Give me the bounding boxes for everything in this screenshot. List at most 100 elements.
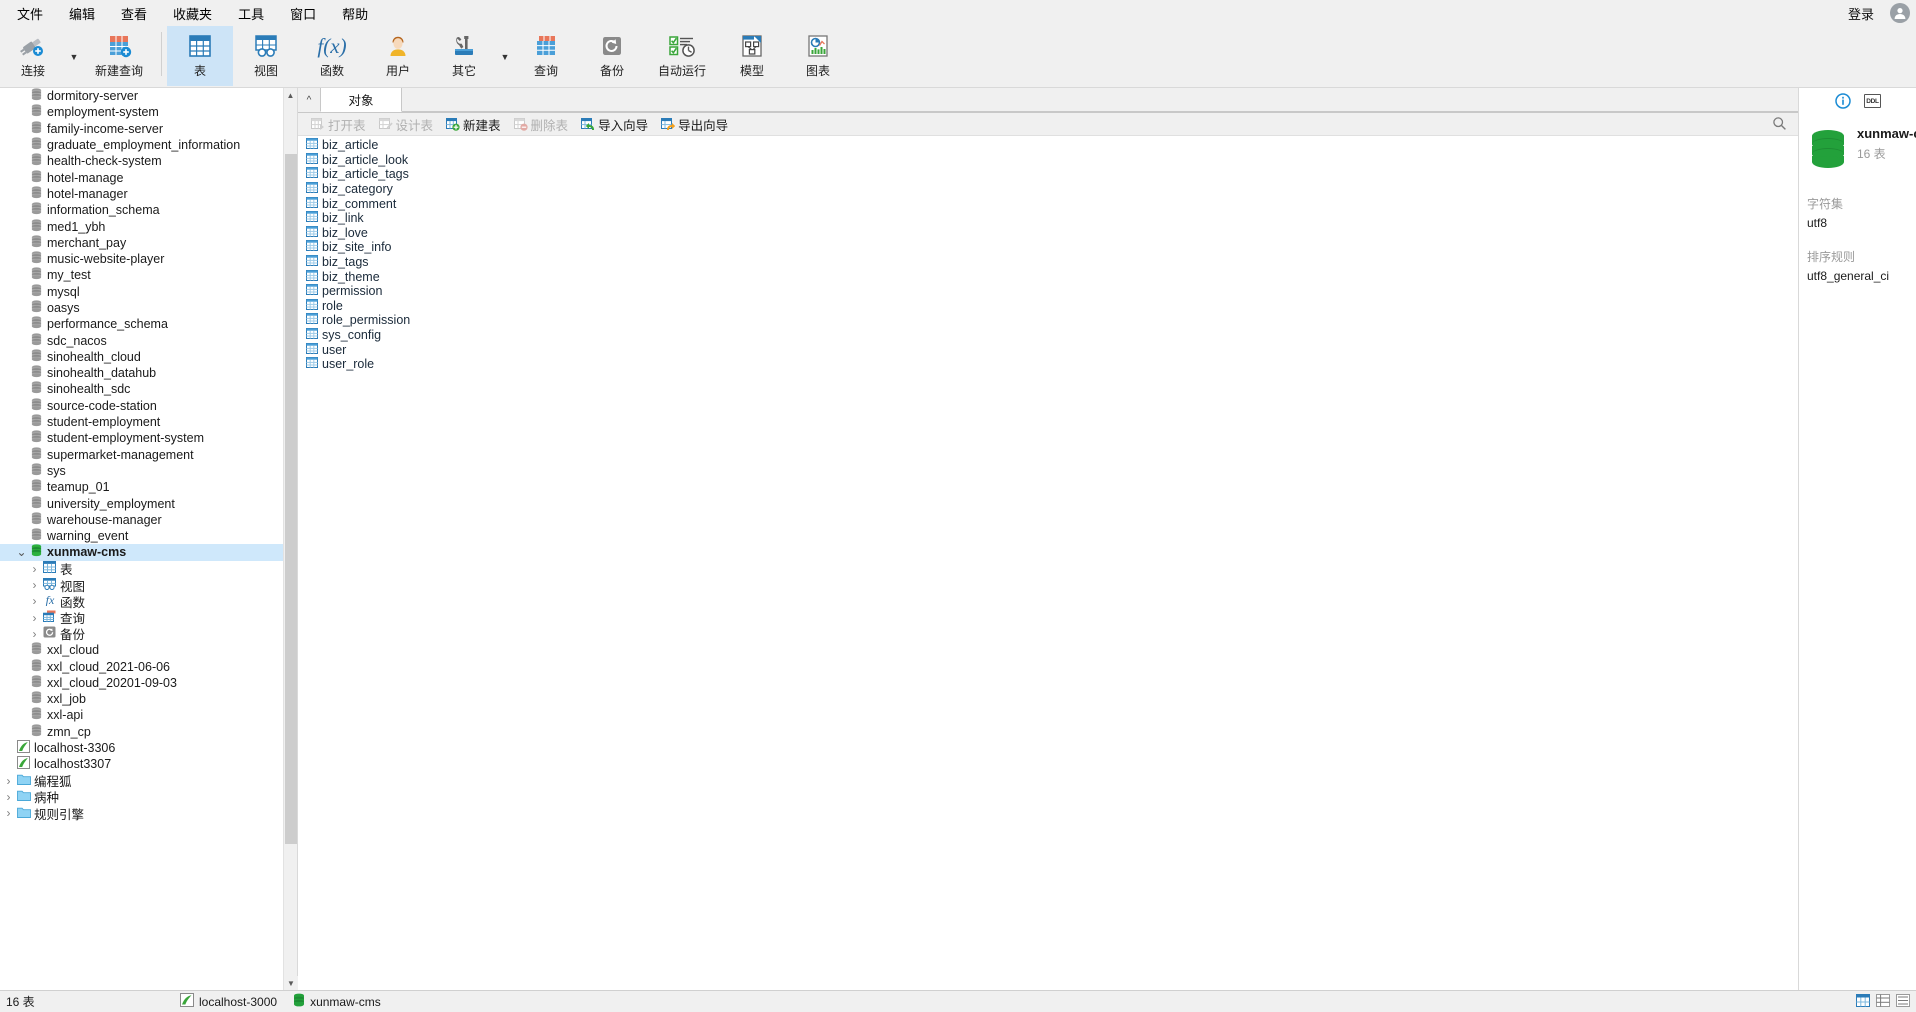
scroll-up-icon[interactable]: ▲	[284, 88, 297, 102]
ddl-button[interactable]: DDL	[1864, 94, 1881, 108]
toolbar-button-chart[interactable]: 图表	[785, 26, 851, 86]
table-list-item[interactable]: user	[298, 342, 1798, 357]
toolbar-button-connection[interactable]: 连接	[0, 26, 66, 86]
tree-item[interactable]: mysql	[0, 284, 297, 300]
toolbar-button-user[interactable]: 用户	[365, 26, 431, 86]
status-connection[interactable]: localhost-3000	[180, 993, 293, 1010]
tree-item[interactable]: warehouse-manager	[0, 512, 297, 528]
info-icon[interactable]	[1834, 92, 1852, 110]
tree-item[interactable]: sinohealth_sdc	[0, 381, 297, 397]
tree-item[interactable]: sinohealth_cloud	[0, 349, 297, 365]
scrollbar-thumb[interactable]	[285, 154, 297, 844]
tree-item[interactable]: xxl_cloud	[0, 642, 297, 658]
chevron-right-icon[interactable]: ›	[28, 611, 41, 625]
tree-item[interactable]: med1_ybh	[0, 218, 297, 234]
search-icon[interactable]	[1772, 116, 1788, 132]
toolbar-button-query[interactable]: 查询	[513, 26, 579, 86]
table-list-item[interactable]: biz_article	[298, 138, 1798, 153]
tree-item[interactable]: › fx 函数	[0, 593, 297, 610]
table-list-item[interactable]: role	[298, 298, 1798, 314]
tree-item[interactable]: xxl_job	[0, 691, 297, 707]
tree-item[interactable]: sys	[0, 463, 297, 479]
table-list-item[interactable]: biz_category	[298, 182, 1798, 197]
toolbar-button-function[interactable]: f(x) 函数	[299, 26, 365, 86]
tree-item[interactable]: localhost-3306	[0, 740, 297, 756]
tree-item[interactable]: › 规则引擎	[0, 805, 297, 822]
chevron-right-icon[interactable]: ›	[28, 594, 41, 608]
tree-item[interactable]: information_schema	[0, 202, 297, 218]
tree-item[interactable]: oasys	[0, 300, 297, 316]
export-wizard-button[interactable]: 导出向导	[656, 114, 733, 135]
table-list-item[interactable]: biz_article_look	[298, 152, 1798, 168]
tree-item[interactable]: university_employment	[0, 495, 297, 511]
menu-item-help[interactable]: 帮助	[329, 1, 381, 26]
open-table-button[interactable]: 打开表	[306, 114, 371, 135]
tree-item[interactable]: employment-system	[0, 104, 297, 120]
toolbar-button-other[interactable]: 其它	[431, 26, 497, 86]
tree-item[interactable]: music-website-player	[0, 251, 297, 267]
tree-item[interactable]: xxl-api	[0, 707, 297, 723]
menu-item-edit[interactable]: 编辑	[56, 1, 108, 26]
chevron-right-icon[interactable]: ›	[28, 627, 41, 641]
tree-item[interactable]: › 病种	[0, 789, 297, 806]
toolbar-button-new-query[interactable]: 新建查询	[82, 26, 156, 86]
table-list-item[interactable]: biz_link	[298, 211, 1798, 226]
scroll-down-icon[interactable]: ▼	[284, 976, 298, 990]
list-view-icon[interactable]	[1896, 994, 1910, 1010]
tree-item[interactable]: my_test	[0, 267, 297, 283]
tree-item[interactable]: › 视图	[0, 577, 297, 594]
tree-scrollbar[interactable]: ▲ ▼	[283, 88, 298, 990]
tree-item[interactable]: dormitory-server	[0, 88, 297, 104]
tree-item[interactable]: sdc_nacos	[0, 332, 297, 348]
connection-dropdown-caret[interactable]: ▼	[66, 27, 82, 87]
tree-item[interactable]: family-income-server	[0, 121, 297, 137]
tree-item[interactable]: hotel-manager	[0, 186, 297, 202]
tree-item[interactable]: source-code-station	[0, 398, 297, 414]
menu-item-favorites[interactable]: 收藏夹	[160, 1, 225, 26]
tree-item[interactable]: zmn_cp	[0, 724, 297, 740]
tree-item[interactable]: teamup_01	[0, 479, 297, 495]
toolbar-button-table[interactable]: 表	[167, 26, 233, 86]
toolbar-button-automation[interactable]: 自动运行	[645, 26, 719, 86]
tab-objects[interactable]: 对象	[320, 87, 402, 112]
chevron-right-icon[interactable]: ›	[28, 562, 41, 576]
menu-item-file[interactable]: 文件	[4, 1, 56, 26]
table-list-item[interactable]: biz_site_info	[298, 240, 1798, 255]
delete-table-button[interactable]: 删除表	[509, 114, 574, 135]
status-database[interactable]: xunmaw-cms	[293, 993, 397, 1010]
tree-item[interactable]: › 编程狐	[0, 772, 297, 790]
toolbar-button-model[interactable]: 模型	[719, 26, 785, 86]
menu-item-window[interactable]: 窗口	[277, 1, 329, 26]
tree-item[interactable]: › 表	[0, 561, 297, 577]
chevron-right-icon[interactable]: ›	[2, 806, 15, 820]
tree-item[interactable]: graduate_employment_information	[0, 137, 297, 153]
grid-view-icon[interactable]	[1856, 994, 1870, 1010]
tree-item[interactable]: warning_event	[0, 528, 297, 544]
table-list-item[interactable]: biz_comment	[298, 196, 1798, 211]
toolbar-button-backup[interactable]: 备份	[579, 26, 645, 86]
chevron-right-icon[interactable]: ›	[2, 790, 15, 804]
table-list-item[interactable]: user_role	[298, 357, 1798, 372]
tree-item[interactable]: student-employment-system	[0, 430, 297, 446]
toolbar-button-view[interactable]: 视图	[233, 26, 299, 86]
menu-item-view[interactable]: 查看	[108, 1, 160, 26]
table-list-item[interactable]: sys_config	[298, 328, 1798, 343]
collapse-icon[interactable]: ^	[298, 88, 320, 112]
table-list[interactable]: biz_article biz_article_look biz_article_t…	[298, 136, 1798, 990]
tree-item[interactable]: xxl_cloud_2021-06-06	[0, 658, 297, 674]
tree-item[interactable]: hotel-manage	[0, 169, 297, 185]
tree-item[interactable]: student-employment	[0, 414, 297, 430]
chevron-down-icon[interactable]: ⌄	[15, 546, 28, 558]
tree-item-selected[interactable]: ⌄ xunmaw-cms	[0, 544, 297, 561]
tree-item[interactable]: › 查询	[0, 610, 297, 626]
tree-item[interactable]: performance_schema	[0, 316, 297, 332]
table-list-item[interactable]: biz_theme	[298, 269, 1798, 284]
import-wizard-button[interactable]: 导入向导	[576, 114, 653, 135]
detail-view-icon[interactable]	[1876, 994, 1890, 1010]
chevron-right-icon[interactable]: ›	[28, 578, 41, 592]
new-table-button[interactable]: 新建表	[441, 114, 506, 135]
tree-item[interactable]: localhost3307	[0, 756, 297, 772]
login-button[interactable]: 登录	[1842, 2, 1880, 25]
chevron-right-icon[interactable]: ›	[2, 774, 15, 788]
other-dropdown-caret[interactable]: ▼	[497, 27, 513, 87]
